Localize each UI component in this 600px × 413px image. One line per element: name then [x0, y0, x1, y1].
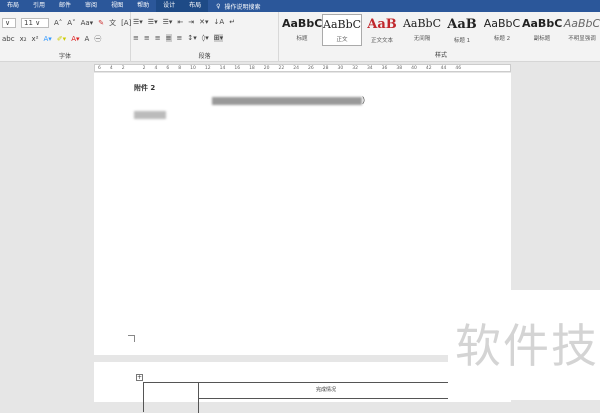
enclose-char-icon[interactable]: ㊀: [94, 34, 101, 44]
numbering-icon[interactable]: ☰▾: [148, 18, 158, 26]
ruler-tick: 18: [249, 65, 255, 71]
tab-references[interactable]: 引用: [26, 0, 52, 12]
ruler-tick: 36: [381, 65, 388, 71]
ruler-tick: 6: [166, 65, 170, 71]
ruler-tick: 10: [190, 65, 196, 71]
paragraph-group: ☰▾ ☰▾ ☰▾ ⇤ ⇥ ✕▾ ↓A ↵ ≡ ≡ ≡ ≡ ≡ ↕▾ ◊▾ ⊞▾ …: [131, 12, 279, 62]
align-center-icon[interactable]: ≡: [144, 34, 150, 42]
ruler-tick: 4: [154, 65, 158, 71]
ribbon: ∨ 11 ∨ A˄ A˅ Aa▾ ✎ 文 [A] abc x₂ x² A▾ ✐▾…: [0, 12, 600, 62]
tab-view[interactable]: 视图: [104, 0, 130, 12]
justify-icon[interactable]: ≡: [165, 34, 172, 42]
ruler-tick: 6: [98, 65, 101, 71]
horizontal-ruler[interactable]: 6 4 2 2 4 6 8 10 12 14 16 18 20 22 24 26 28 30 32 34 36 38 40 4…: [94, 64, 511, 72]
tell-me-search[interactable]: ♀ 操作说明搜索: [208, 2, 260, 11]
char-shading-icon[interactable]: A: [85, 35, 90, 43]
table-move-handle-icon[interactable]: +: [136, 374, 143, 381]
increase-indent-icon[interactable]: ⇥: [188, 18, 194, 26]
superscript-icon[interactable]: x²: [32, 35, 39, 43]
ruler-tick: 32: [352, 65, 358, 71]
borders-icon[interactable]: ⊞▾: [213, 34, 224, 42]
document-title-redacted: ）: [212, 95, 370, 106]
clear-format-icon[interactable]: ✎: [98, 19, 104, 27]
subscript-icon[interactable]: x₂: [20, 35, 27, 43]
ruler-tick: 2: [121, 65, 125, 71]
ruler-tick: 22: [278, 65, 285, 71]
phonetic-icon[interactable]: 文: [109, 18, 116, 28]
ruler-tick: 4: [109, 65, 113, 71]
lightbulb-icon: ♀: [216, 2, 221, 10]
table-header-cell: 完成情况: [315, 387, 336, 393]
tab-table-layout[interactable]: 布局: [182, 0, 209, 12]
change-case-icon[interactable]: Aa▾: [81, 19, 94, 27]
decrease-indent-icon[interactable]: ⇤: [177, 18, 183, 26]
ribbon-tabs: 布局 引用 邮件 审阅 视图 帮助 设计 布局 ♀ 操作说明搜索: [0, 0, 600, 12]
strikethrough-icon[interactable]: abc: [2, 35, 15, 43]
ruler-tick: 42: [425, 65, 432, 71]
tab-mailings[interactable]: 邮件: [52, 0, 78, 12]
styles-gallery: AaBbC 标题 AaBbC 正文 AaB 正文文本 AaBbC 无间隔 AaB 标题 1…: [282, 14, 600, 46]
style-heading1[interactable]: AaB 标题 1: [442, 14, 482, 46]
line-spacing-icon[interactable]: ↕▾: [187, 34, 196, 42]
attachment-heading: 附件 2: [134, 84, 156, 92]
ruler-tick: 30: [337, 65, 344, 71]
ruler-tick: 40: [411, 65, 417, 71]
style-body-text[interactable]: AaB 正文文本: [362, 14, 402, 46]
font-group: ∨ 11 ∨ A˄ A˅ Aa▾ ✎ 文 [A] abc x₂ x² A▾ ✐▾…: [0, 12, 131, 62]
align-left-icon[interactable]: ≡: [133, 34, 139, 42]
style-subtle-emphasis[interactable]: AaBbC 不明显强调: [562, 14, 600, 46]
ruler-tick: 28: [322, 65, 329, 71]
ruler-tick: 20: [263, 65, 270, 71]
ruler-tick: 14: [219, 65, 226, 71]
ruler-tick: 46: [455, 65, 462, 71]
font-name-dropdown[interactable]: ∨: [2, 18, 16, 28]
ruler-tick: 2: [142, 65, 146, 71]
ruler-tick: 24: [293, 65, 299, 71]
tab-help[interactable]: 帮助: [130, 0, 156, 12]
watermark: 软件技: [455, 319, 599, 373]
tab-design[interactable]: 设计: [156, 0, 183, 12]
align-right-icon[interactable]: ≡: [155, 34, 161, 42]
chinese-layout-icon[interactable]: ✕▾: [199, 18, 208, 26]
shrink-font-icon[interactable]: A˅: [67, 19, 75, 27]
shading-icon[interactable]: ◊▾: [202, 34, 209, 42]
margin-corner-mark: [128, 335, 135, 342]
ruler-tick: 12: [204, 65, 211, 71]
char-border-icon[interactable]: [A]: [121, 19, 131, 27]
grow-font-icon[interactable]: A˄: [54, 19, 62, 27]
style-normal[interactable]: AaBbC 正文: [322, 14, 362, 46]
multilevel-list-icon[interactable]: ☰▾: [163, 18, 173, 26]
font-size-dropdown[interactable]: 11 ∨: [21, 18, 49, 28]
ruler-tick: 34: [366, 65, 373, 71]
ruler-tick: 26: [308, 65, 314, 71]
font-color-icon[interactable]: A▾: [71, 35, 79, 43]
styles-group-label: 样式: [434, 52, 447, 59]
style-title[interactable]: AaBbC 标题: [282, 14, 322, 46]
bullets-icon[interactable]: ☰▾: [133, 18, 143, 26]
ruler-tick: 44: [440, 65, 447, 71]
ruler-tick: 16: [234, 65, 241, 71]
text-effects-icon[interactable]: A▾: [44, 35, 52, 43]
sort-icon[interactable]: ↓A: [214, 18, 225, 26]
ruler-tick: 38: [396, 65, 403, 71]
highlight-icon[interactable]: ✐▾: [57, 35, 66, 43]
style-heading2[interactable]: AaBbC 标题 2: [482, 14, 522, 46]
style-subtitle[interactable]: AaBbC 副标题: [522, 14, 562, 46]
paragraph-group-label: 段落: [198, 53, 211, 60]
tab-review[interactable]: 审阅: [78, 0, 104, 12]
ruler-tick: 8: [178, 65, 182, 71]
table: 完成情况: [143, 382, 458, 413]
distributed-icon[interactable]: ≡: [177, 34, 183, 42]
style-no-spacing[interactable]: AaBbC 无间隔: [402, 14, 442, 46]
tab-layout[interactable]: 布局: [0, 0, 26, 12]
show-marks-icon[interactable]: ↵: [229, 18, 235, 26]
redacted-line: [134, 111, 166, 119]
font-group-label: 字体: [58, 53, 71, 60]
